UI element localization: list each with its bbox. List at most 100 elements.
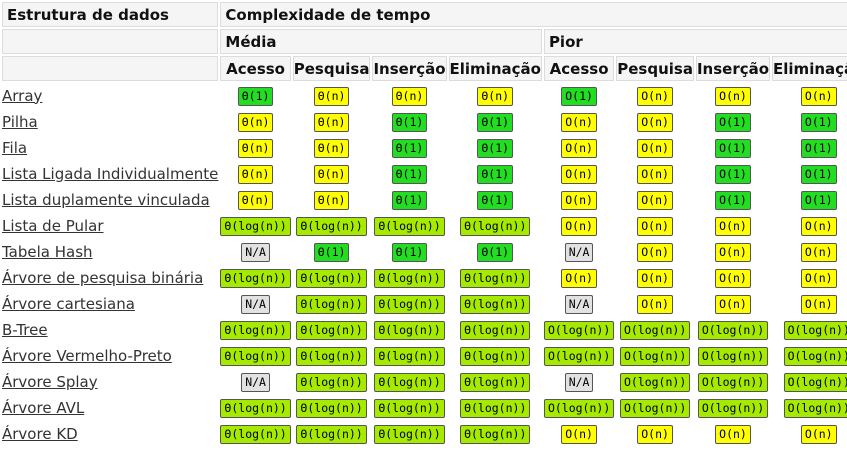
complexity-cell: Θ(log(n)) [372, 369, 446, 393]
complexity-cell: N/A [544, 239, 614, 263]
complexity-cell: N/A [220, 291, 290, 315]
header-row-groups: Média Pior [2, 29, 847, 54]
complexity-cell: O(n) [544, 213, 614, 237]
complexity-badge: O(log(n)) [783, 398, 847, 418]
complexity-badge: O(1) [800, 112, 837, 132]
complexity-badge: O(n) [715, 216, 751, 236]
complexity-cell: O(log(n)) [772, 343, 847, 367]
complexity-cell: O(n) [772, 291, 847, 315]
complexity-cell: O(n) [544, 135, 614, 159]
complexity-cell: O(n) [544, 421, 614, 445]
data-structure-link[interactable]: Lista duplamente vinculada [2, 191, 210, 209]
complexity-badge: Θ(n) [313, 164, 350, 184]
complexity-cell: O(1) [772, 109, 847, 133]
data-structure-link[interactable]: Árvore KD [2, 425, 78, 443]
complexity-cell: Θ(1) [372, 187, 446, 211]
table-row: B-Tree Θ(log(n)) Θ(log(n)) Θ(log(n)) Θ(log(n… [2, 317, 847, 341]
complexity-badge: O(n) [637, 242, 673, 262]
complexity-cell: O(1) [544, 83, 614, 107]
complexity-badge: Θ(log(n)) [220, 398, 291, 418]
complexity-badge: Θ(1) [477, 138, 514, 158]
column-header-deletion: Eliminação [772, 56, 847, 81]
row-name-cell: Lista Ligada Individualmente [2, 161, 218, 185]
table-row: Lista Ligada Individualmente Θ(n) Θ(n) Θ(1)… [2, 161, 847, 185]
complexity-cell: O(n) [616, 135, 694, 159]
complexity-badge: Θ(n) [237, 164, 274, 184]
data-structure-link[interactable]: Árvore Splay [2, 373, 98, 391]
complexity-badge: Θ(1) [391, 164, 428, 184]
complexity-badge: O(n) [800, 216, 837, 236]
complexity-badge: Θ(log(n)) [460, 268, 531, 288]
complexity-badge: O(log(n)) [783, 372, 847, 392]
complexity-cell: O(log(n)) [696, 317, 770, 341]
data-structure-link[interactable]: Pilha [2, 113, 38, 131]
row-name-cell: Lista de Pular [2, 213, 218, 237]
data-structure-link[interactable]: Tabela Hash [2, 243, 93, 261]
table-row: Pilha Θ(n) Θ(n) Θ(1) Θ(1) O(n) O(n) O(1) O(1) [2, 109, 847, 133]
data-structure-link[interactable]: Árvore AVL [2, 399, 84, 417]
complexity-cell: O(log(n)) [616, 317, 694, 341]
complexity-badge: O(n) [561, 164, 597, 184]
complexity-badge: Θ(log(n)) [460, 294, 531, 314]
complexity-cell: O(n) [772, 83, 847, 107]
table-row: Árvore Vermelho-Preto Θ(log(n)) Θ(log(n)) Θ… [2, 343, 847, 367]
complexity-badge: Θ(log(n)) [296, 320, 367, 340]
complexity-cell: O(1) [696, 161, 770, 185]
complexity-badge: O(n) [637, 164, 673, 184]
column-header-access: Acesso [220, 56, 291, 81]
data-structure-link[interactable]: Árvore Vermelho-Preto [2, 347, 172, 365]
complexity-badge: O(log(n)) [697, 346, 769, 366]
complexity-badge: Θ(1) [391, 138, 428, 158]
row-name-cell: Árvore Vermelho-Preto [2, 343, 218, 367]
complexity-cell: Θ(1) [449, 109, 542, 133]
table-row: Fila Θ(n) Θ(n) Θ(1) Θ(1) O(n) O(n) O(1) O(1) [2, 135, 847, 159]
complexity-badge: O(n) [561, 424, 597, 444]
complexity-cell: Θ(log(n)) [372, 317, 446, 341]
complexity-cell: O(n) [696, 421, 770, 445]
complexity-cell: O(n) [616, 291, 694, 315]
complexity-cell: O(log(n)) [696, 395, 770, 419]
complexity-cell: Θ(n) [293, 135, 371, 159]
complexity-badge: Θ(log(n)) [460, 320, 531, 340]
complexity-badge: O(log(n)) [543, 320, 615, 340]
complexity-cell: O(log(n)) [696, 343, 770, 367]
complexity-badge: Θ(log(n)) [374, 372, 445, 392]
complexity-cell: Θ(n) [293, 161, 371, 185]
data-structure-link[interactable]: B-Tree [2, 321, 48, 339]
complexity-cell: Θ(log(n)) [220, 421, 291, 445]
complexity-badge: Θ(log(n)) [374, 398, 445, 418]
complexity-badge: O(log(n)) [783, 346, 847, 366]
complexity-badge: Θ(1) [391, 242, 428, 262]
data-structure-link[interactable]: Array [2, 87, 42, 105]
complexity-cell: Θ(1) [293, 239, 371, 263]
complexity-cell: Θ(log(n)) [449, 265, 542, 289]
data-structure-link[interactable]: Fila [2, 139, 27, 157]
complexity-cell: Θ(n) [293, 109, 371, 133]
complexity-badge: O(log(n)) [697, 372, 769, 392]
data-structure-link[interactable]: Árvore cartesiana [2, 295, 135, 313]
data-structure-link[interactable]: Lista de Pular [2, 217, 104, 235]
complexity-cell: O(log(n)) [696, 369, 770, 393]
data-structure-link[interactable]: Árvore de pesquisa binária [2, 269, 203, 287]
complexity-cell: O(n) [616, 187, 694, 211]
complexity-badge: Θ(log(n)) [374, 268, 445, 288]
complexity-cell: Θ(log(n)) [372, 421, 446, 445]
complexity-cell: Θ(log(n)) [293, 395, 371, 419]
complexity-cell: Θ(log(n)) [372, 265, 446, 289]
group-header-worst: Pior [543, 29, 847, 54]
complexity-cell: O(n) [696, 83, 770, 107]
complexity-cell: Θ(n) [220, 161, 290, 185]
complexity-cell: O(1) [696, 109, 770, 133]
complexity-badge: Θ(log(n)) [374, 424, 445, 444]
complexity-cell: Θ(log(n)) [372, 395, 446, 419]
data-structure-link[interactable]: Lista Ligada Individualmente [2, 165, 218, 183]
complexity-cell: O(n) [772, 265, 847, 289]
complexity-cell: Θ(log(n)) [293, 421, 371, 445]
complexity-badge: Θ(1) [391, 190, 428, 210]
table-row: Árvore cartesiana N/A Θ(log(n)) Θ(log(n)) Θ(… [2, 291, 847, 315]
complexity-badge: Θ(log(n)) [296, 294, 367, 314]
complexity-badge: Θ(1) [391, 112, 428, 132]
complexity-badge: O(1) [800, 190, 837, 210]
complexity-badge: O(n) [637, 138, 673, 158]
complexity-badge: O(n) [561, 112, 597, 132]
